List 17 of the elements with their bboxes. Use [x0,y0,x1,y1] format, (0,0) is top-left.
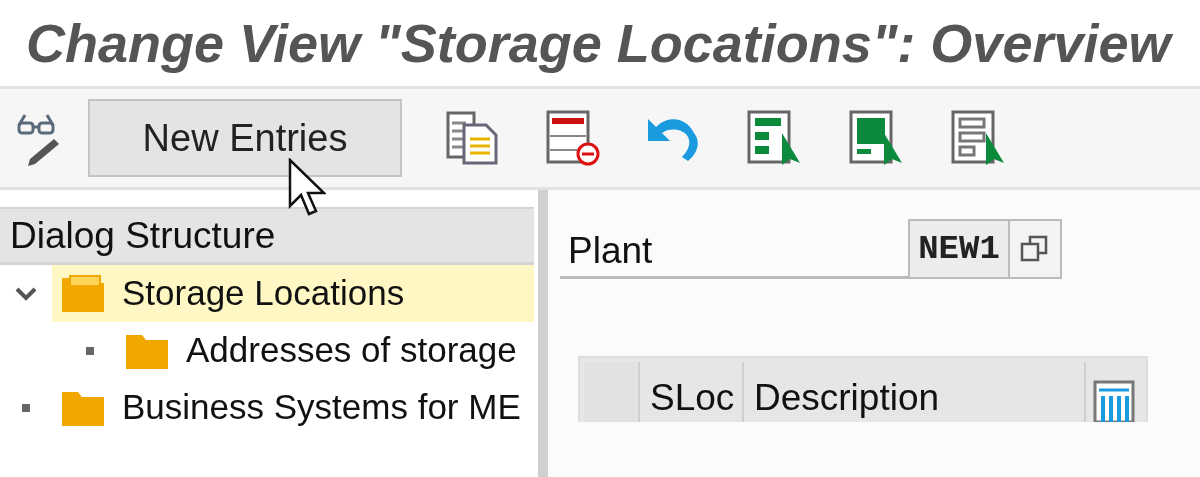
dialog-structure-header: Dialog Structure [0,207,534,265]
open-folder-icon [60,273,106,314]
column-settings-icon[interactable] [1093,380,1135,422]
plant-field[interactable]: NEW1 [908,219,1010,279]
tree-item[interactable]: Business Systems for ME [52,379,534,436]
bullet-icon [86,346,94,355]
column-header[interactable]: Description [744,362,1086,422]
delete-row-icon[interactable] [544,108,602,168]
value-help-button[interactable] [1010,219,1062,279]
tree-item[interactable]: Storage Locations [52,265,534,322]
chevron-down-icon[interactable] [15,286,37,301]
new-entries-button[interactable]: New Entries [88,99,402,177]
copy-window-icon [1020,234,1050,264]
column-header[interactable]: SLoc [640,362,744,422]
bullet-icon [22,403,30,412]
window-title: Change View "Storage Locations": Overview [26,11,1171,75]
tree-item[interactable]: Addresses of storage [116,322,534,379]
